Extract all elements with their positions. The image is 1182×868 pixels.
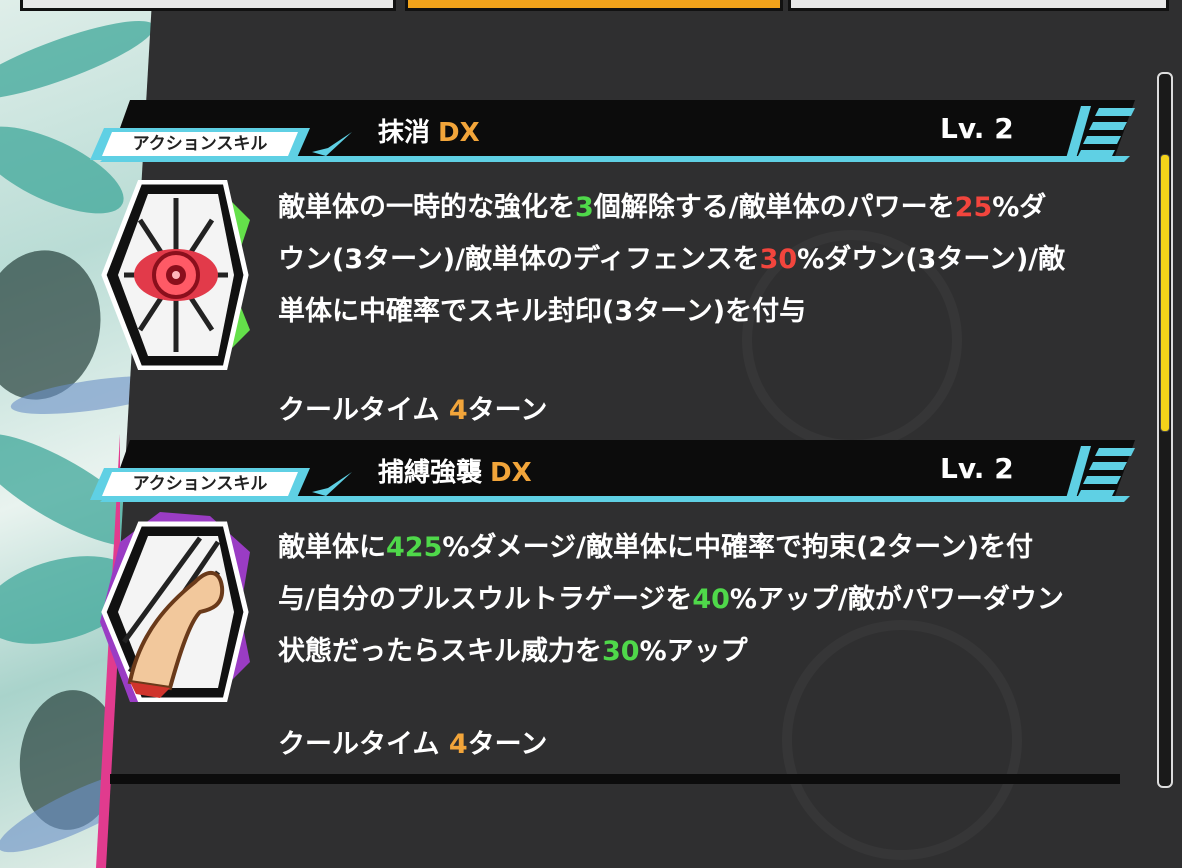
eye-icon bbox=[101, 180, 250, 370]
cooldown-time: クールタイム 4ターン bbox=[278, 722, 547, 761]
skill-name-text: 捕縛強襲 bbox=[378, 458, 483, 488]
skill-type-label: アクションスキル bbox=[102, 472, 298, 496]
cooldown-label: クールタイム bbox=[278, 729, 440, 760]
desc-text: 敵単体の一時的な強化を bbox=[278, 192, 575, 223]
desc-value: 30 bbox=[759, 244, 798, 275]
tab-1[interactable] bbox=[20, 0, 396, 11]
desc-text: %アップ bbox=[639, 636, 748, 667]
stripe-decoration-icon bbox=[1065, 106, 1135, 162]
skill-description: 敵単体に425%ダメージ/敵単体に中確率で拘束(2ターン)を付与/自分のプルスウ… bbox=[278, 522, 1068, 678]
skill-level: Lv. 2 bbox=[940, 452, 1014, 485]
tab-3[interactable] bbox=[788, 0, 1169, 11]
desc-text: 敵単体に bbox=[278, 532, 386, 563]
skill-type-tag: アクションスキル bbox=[80, 128, 352, 162]
tab-bar bbox=[0, 0, 1182, 12]
desc-text: 個解除する/敵単体のパワーを bbox=[593, 192, 955, 223]
check-mark-icon bbox=[312, 132, 352, 156]
cooldown-value: 4 bbox=[448, 729, 468, 760]
cooldown-unit: ターン bbox=[467, 395, 548, 426]
skill-name: 抹消 DX bbox=[378, 112, 480, 149]
tab-2-active[interactable] bbox=[405, 0, 783, 11]
skill-name-text: 抹消 bbox=[378, 118, 431, 148]
skill-card: アクションスキル 抹消 DX Lv. 2 敵単体の一時的な強化を3個解除する/敵単… bbox=[80, 100, 1150, 430]
cooldown-label: クールタイム bbox=[278, 395, 440, 426]
stripe-decoration-icon bbox=[1065, 446, 1135, 502]
desc-value: 3 bbox=[575, 192, 594, 223]
skill-name: 捕縛強襲 DX bbox=[378, 452, 532, 489]
skill-level: Lv. 2 bbox=[940, 112, 1014, 145]
cooldown-time: クールタイム 4ターン bbox=[278, 388, 547, 427]
skill-card: アクションスキル 捕縛強襲 DX Lv. 2 敵単体に425%ダメージ/敵単体に中… bbox=[80, 440, 1150, 780]
flexed-arm-icon bbox=[100, 512, 250, 702]
check-mark-icon bbox=[312, 472, 352, 496]
scrollbar-thumb[interactable] bbox=[1160, 154, 1170, 432]
next-card-edge bbox=[110, 774, 1120, 784]
skill-type-tag: アクションスキル bbox=[80, 468, 352, 502]
desc-value: 40 bbox=[692, 584, 730, 615]
desc-value: 425 bbox=[386, 532, 443, 563]
scrollbar[interactable] bbox=[1157, 72, 1173, 788]
cooldown-value: 4 bbox=[448, 395, 468, 426]
skill-grade: DX bbox=[438, 118, 480, 148]
skill-grade: DX bbox=[490, 458, 532, 488]
skill-type-label: アクションスキル bbox=[102, 132, 298, 156]
skill-description: 敵単体の一時的な強化を3個解除する/敵単体のパワーを25%ダウン(3ターン)/敵… bbox=[278, 182, 1068, 338]
desc-value: 25 bbox=[954, 192, 993, 223]
cooldown-unit: ターン bbox=[467, 729, 548, 760]
desc-value: 30 bbox=[602, 636, 640, 667]
